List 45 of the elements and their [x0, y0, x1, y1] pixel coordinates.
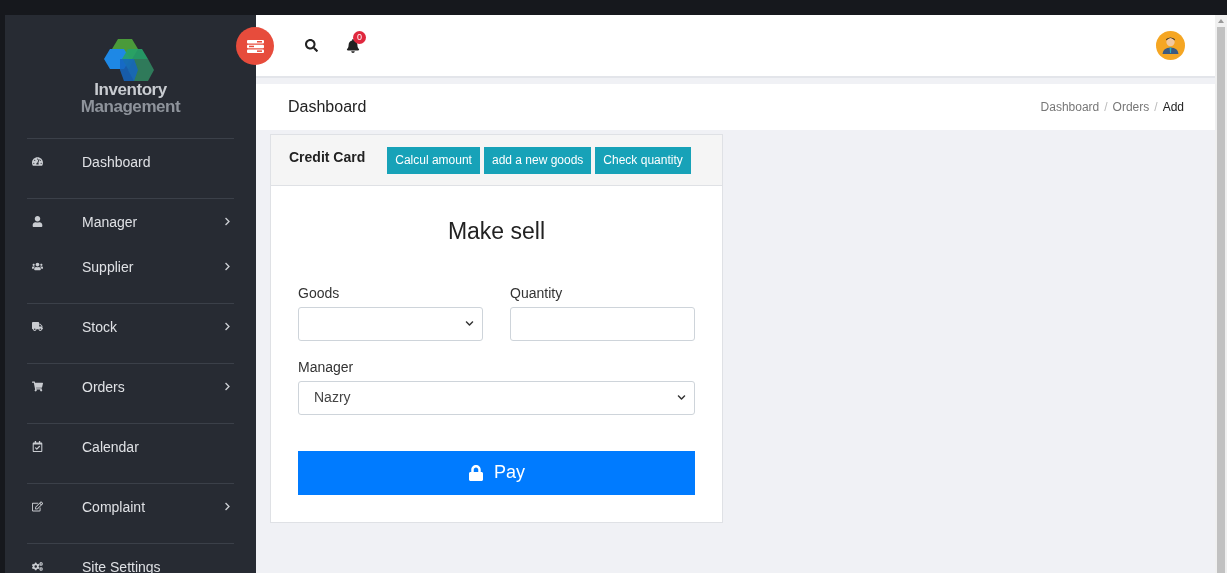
select-field[interactable] [298, 306, 483, 341]
menu-icon [246, 39, 264, 53]
cart-icon [32, 381, 43, 392]
field-label: Manager [298, 358, 355, 376]
card-title: Credit Card [289, 148, 366, 167]
logo-text: Management [80, 98, 181, 115]
chevron-icon [223, 262, 232, 271]
input-field[interactable] [510, 306, 695, 341]
breadcrumb-separator: / [1154, 99, 1158, 116]
avatar-icon[interactable] [1156, 31, 1185, 60]
chevron-icon [223, 382, 232, 391]
sidebar-item[interactable]: Dashboard [27, 139, 234, 184]
page-title: Dashboard [288, 97, 367, 117]
chevron-icon [223, 322, 232, 331]
edit-icon [32, 501, 43, 512]
breadcrumb-link[interactable]: Orders [1112, 98, 1150, 116]
notification-badge: 0 [353, 30, 366, 44]
field-label: Goods [298, 284, 341, 302]
breadcrumb-separator: / [1104, 99, 1108, 116]
sidebar-item[interactable]: Manager [27, 199, 234, 244]
sidebar-item[interactable]: Orders [27, 364, 234, 409]
chevron-icon [465, 319, 474, 328]
lock-icon [468, 464, 484, 481]
gauge-icon [32, 156, 43, 167]
sidebar-item[interactable]: Stock [27, 304, 234, 349]
gears-icon [32, 561, 43, 572]
truck-icon [32, 321, 43, 332]
sidebar-item[interactable]: Calendar [27, 424, 234, 469]
breadcrumb-link[interactable]: Dashboard [1040, 98, 1100, 116]
select-field[interactable]: Nazry [298, 380, 695, 415]
user-icon [32, 216, 43, 227]
logo-text: Inventory [94, 81, 167, 98]
calendar-icon [32, 441, 43, 452]
notification-icon[interactable] [346, 38, 360, 53]
users-icon [32, 261, 43, 272]
chevron-icon [223, 502, 232, 511]
chevron-icon [677, 393, 686, 402]
scrollbar-thumb[interactable] [1217, 27, 1225, 573]
search-icon[interactable] [305, 39, 318, 52]
chevron-icon [223, 217, 232, 226]
pay-button[interactable]: Pay [298, 450, 695, 495]
sidebar-item[interactable]: Supplier [27, 244, 234, 289]
form-title: Make sell [446, 217, 547, 246]
sidebar-item[interactable]: Complaint [27, 484, 234, 529]
field-label: Quantity [510, 284, 564, 302]
